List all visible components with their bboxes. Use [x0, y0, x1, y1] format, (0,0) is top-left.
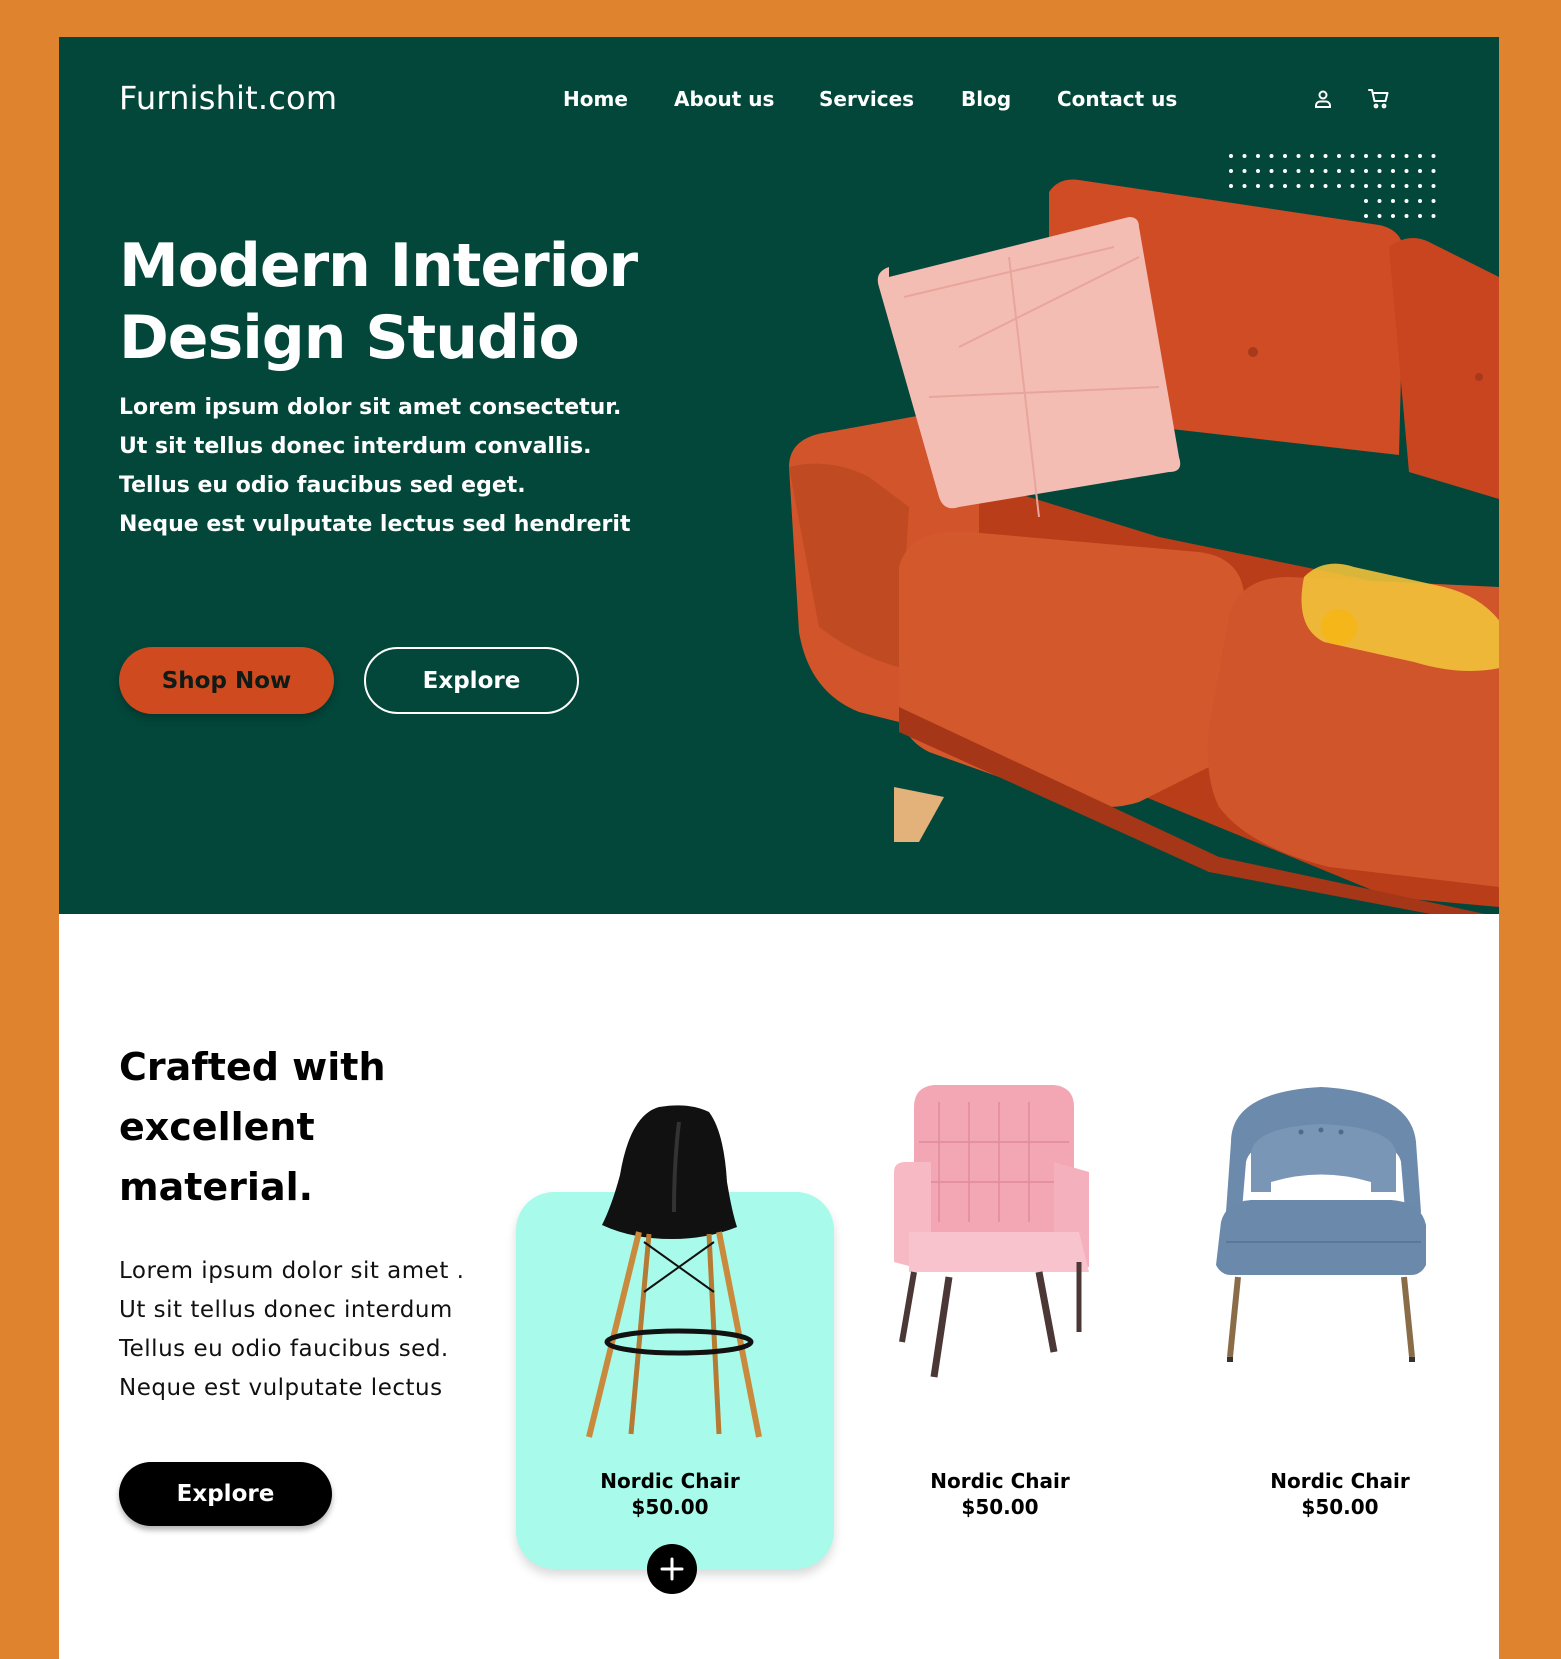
- hero-section: Furnishit.com Home About us Services Blo…: [59, 37, 1499, 914]
- hero-explore-button[interactable]: Explore: [364, 647, 579, 714]
- add-to-cart-button[interactable]: [647, 1544, 697, 1594]
- site-logo[interactable]: Furnishit.com: [119, 79, 337, 117]
- hero-title-line-1: Modern Interior: [119, 231, 638, 301]
- hero-description: Lorem ipsum dolor sit amet consectetur. …: [119, 393, 639, 549]
- hero-title: Modern Interior Design Studio: [119, 230, 638, 374]
- cart-icon[interactable]: [1367, 87, 1391, 111]
- section-text-line: Ut sit tellus donec interdum: [119, 1297, 453, 1323]
- hero-title-line-2: Design Studio: [119, 303, 580, 373]
- orange-sofa-image: [789, 179, 1499, 914]
- section-text-line: Neque est vulputate lectus: [119, 1375, 443, 1401]
- plus-icon: [660, 1557, 684, 1581]
- user-icon[interactable]: [1311, 87, 1335, 111]
- nav-contact-us[interactable]: Contact us: [1057, 87, 1177, 111]
- blue-armchair-image: [1216, 1087, 1426, 1362]
- pink-armchair-image: [894, 1085, 1089, 1378]
- section-title: Crafted with excellent material.: [119, 1045, 386, 1209]
- hero-text-line: Tellus eu odio faucibus sed eget.: [119, 473, 526, 498]
- product-name: Nordic Chair: [1270, 1469, 1410, 1493]
- product-name: Nordic Chair: [930, 1469, 1070, 1493]
- product-price: $50.00: [631, 1495, 709, 1519]
- page-frame: Furnishit.com Home About us Services Blo…: [59, 37, 1499, 1659]
- hero-text-line: Lorem ipsum dolor sit amet consectetur.: [119, 395, 622, 420]
- product-price: $50.00: [1301, 1495, 1379, 1519]
- product-price: $50.00: [961, 1495, 1039, 1519]
- section-explore-button[interactable]: Explore: [119, 1462, 332, 1526]
- hero-text-line: Ut sit tellus donec interdum convallis.: [119, 434, 592, 459]
- nav-about-us[interactable]: About us: [674, 87, 774, 111]
- shop-now-button[interactable]: Shop Now: [119, 647, 334, 714]
- nav-services[interactable]: Services: [819, 87, 914, 111]
- section-description: Lorem ipsum dolor sit amet . Ut sit tell…: [119, 1252, 489, 1408]
- product-name: Nordic Chair: [600, 1469, 740, 1493]
- section-text-line: Lorem ipsum dolor sit amet .: [119, 1258, 465, 1284]
- section-text-line: Tellus eu odio faucibus sed.: [119, 1336, 449, 1362]
- nav-blog[interactable]: Blog: [961, 87, 1011, 111]
- hero-text-line: Neque est vulputate lectus sed hendrerit: [119, 512, 631, 537]
- black-bar-stool-image: [586, 1105, 762, 1438]
- nav-home[interactable]: Home: [563, 87, 628, 111]
